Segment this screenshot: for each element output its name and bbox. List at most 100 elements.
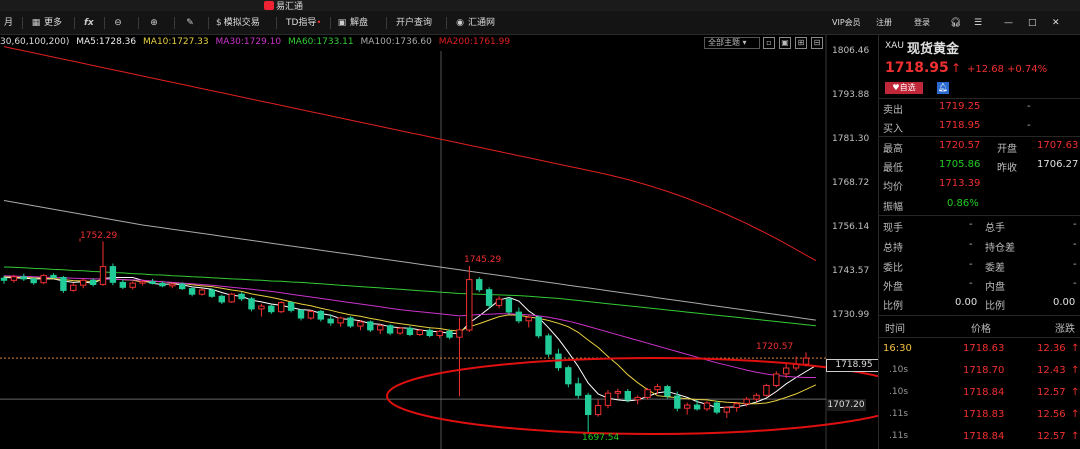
headset-icon[interactable]: 🎧︎ [950, 15, 961, 31]
candle-body [297, 309, 305, 319]
login-link[interactable]: 登录 [914, 15, 930, 31]
menu-icon[interactable]: ☰ [974, 15, 982, 31]
draw-button[interactable]: ✎ [184, 15, 198, 31]
candle-body [515, 311, 522, 322]
legend-ma200: MA200:1761.99 [438, 37, 511, 47]
candle-body [149, 281, 156, 284]
candle-body [495, 298, 503, 306]
zoom-out-button[interactable]: ⊖ [112, 15, 126, 31]
maximize-icon[interactable]: □ [1028, 15, 1037, 31]
candle-body [287, 302, 295, 311]
candle-body [268, 305, 275, 313]
zoom-in-button[interactable]: ⊕ [148, 15, 162, 31]
vip-link[interactable]: VIP会员 [832, 15, 861, 31]
candle-body [664, 386, 671, 397]
ma-line-ma5 [3, 277, 817, 409]
row-label2: 比例 [985, 301, 1005, 312]
candle-body [70, 284, 77, 291]
row-label: 比例 [883, 301, 903, 312]
formula-button[interactable]: fx [84, 15, 96, 31]
row-value2: - [1073, 219, 1077, 230]
candle-body [248, 298, 255, 310]
prev-close-value: 1706.27 [1037, 159, 1079, 170]
chart-layout-button-2[interactable]: ▣ [779, 37, 791, 49]
row-value: - [969, 278, 973, 289]
bell-icon[interactable]: 🔔︎ [937, 82, 949, 94]
ticks-header-change: 涨跌 [1055, 324, 1075, 335]
candle-body [485, 289, 493, 306]
row-label: 最高 [883, 144, 903, 155]
candle-body [10, 276, 18, 281]
toolbar: 月 ▦ 更多 fx ⊖ ⊕ ✎ $ 模拟交易 TD指导• ▣ 解盘 开户查询 ◉ 汇通网… [0, 11, 1080, 35]
legend-ma100: MA100:1736.60 [360, 37, 432, 47]
up-arrow-icon: ↑ [1071, 409, 1080, 420]
chart-layout-button-3[interactable]: ⊞ [795, 37, 807, 49]
candle-body [783, 367, 790, 375]
row-value: - [969, 259, 973, 270]
analysis-button[interactable]: ▣ 解盘 [336, 15, 368, 31]
account-query-button[interactable]: 开户查询 [396, 15, 432, 31]
sim-trade-button[interactable]: $ 模拟交易 [216, 15, 260, 31]
grid-icon: ▦ [31, 18, 41, 28]
open-value: 1707.63 [1037, 140, 1079, 151]
quote-name: 现货黄金 [907, 42, 960, 57]
divider [879, 315, 1080, 316]
high-annotation-2: 1745.29 [464, 255, 502, 265]
candle-body [575, 383, 582, 396]
row-value2: - [1073, 239, 1077, 250]
row-label: 振幅 [883, 202, 903, 213]
quote-change: +12.68 [967, 64, 1005, 75]
ratio-value: 0.00 [955, 297, 978, 308]
candle-body [89, 279, 97, 286]
toolbar-divider [330, 17, 331, 29]
candle-body [0, 277, 8, 281]
app-logo-icon [264, 1, 274, 10]
candle-body [50, 274, 57, 278]
chart-layout-button-1[interactable]: ▫ [763, 37, 775, 49]
candle-body [367, 321, 374, 331]
candle-body [525, 316, 532, 322]
toolbar-divider [138, 17, 139, 29]
candle-body [139, 281, 146, 284]
candle-body [733, 403, 740, 409]
axis-tick: 1768.72 [832, 178, 870, 188]
register-link[interactable]: 注册 [876, 15, 892, 31]
toolbar-divider [174, 17, 175, 29]
theme-dropdown[interactable]: 全部主题 ▾ [704, 37, 760, 49]
legend-ma60: MA60:1733.11 [288, 37, 354, 47]
candle-body [347, 317, 354, 327]
candle-body [565, 367, 572, 385]
huitong-web-button[interactable]: ◉ 汇通网 [454, 15, 495, 31]
candle-body [30, 278, 37, 284]
candle-body [466, 279, 473, 331]
candlestick-chart[interactable] [0, 35, 880, 449]
td-guide-button[interactable]: TD指导• [286, 15, 321, 31]
divider [879, 98, 1080, 99]
candle-body [476, 279, 483, 291]
row-label: 现手 [883, 223, 903, 234]
minimize-icon[interactable]: — [1004, 15, 1013, 31]
period-month-button[interactable]: 月 [4, 15, 13, 31]
ma-params: 30,60,100,200) [0, 37, 70, 47]
more-button[interactable]: ▦ 更多 [30, 15, 62, 31]
add-watchlist-button[interactable]: ♥自选 [885, 82, 923, 94]
chart-layout-button-4[interactable]: ⊟ [811, 37, 823, 49]
row-label2: 内盘 [985, 282, 1005, 293]
row-label: 总持 [883, 243, 903, 254]
candle-body [545, 335, 552, 355]
row-value: - [969, 239, 973, 250]
divider [879, 215, 1080, 216]
candle-body [654, 386, 661, 391]
candle-body [634, 396, 641, 401]
axis-tick: 1743.57 [832, 266, 870, 276]
candle-body [614, 391, 622, 394]
candle-body [60, 277, 67, 291]
ma-line-ma60 [3, 266, 816, 327]
candle-body [693, 404, 701, 410]
candle-body [604, 392, 612, 406]
candle-body [426, 329, 433, 336]
zoom-in-icon: ⊕ [150, 18, 158, 28]
close-icon[interactable]: ✕ [1052, 15, 1060, 31]
high-annotation-1: 1752.29 [80, 231, 118, 241]
candle-body [20, 276, 28, 280]
